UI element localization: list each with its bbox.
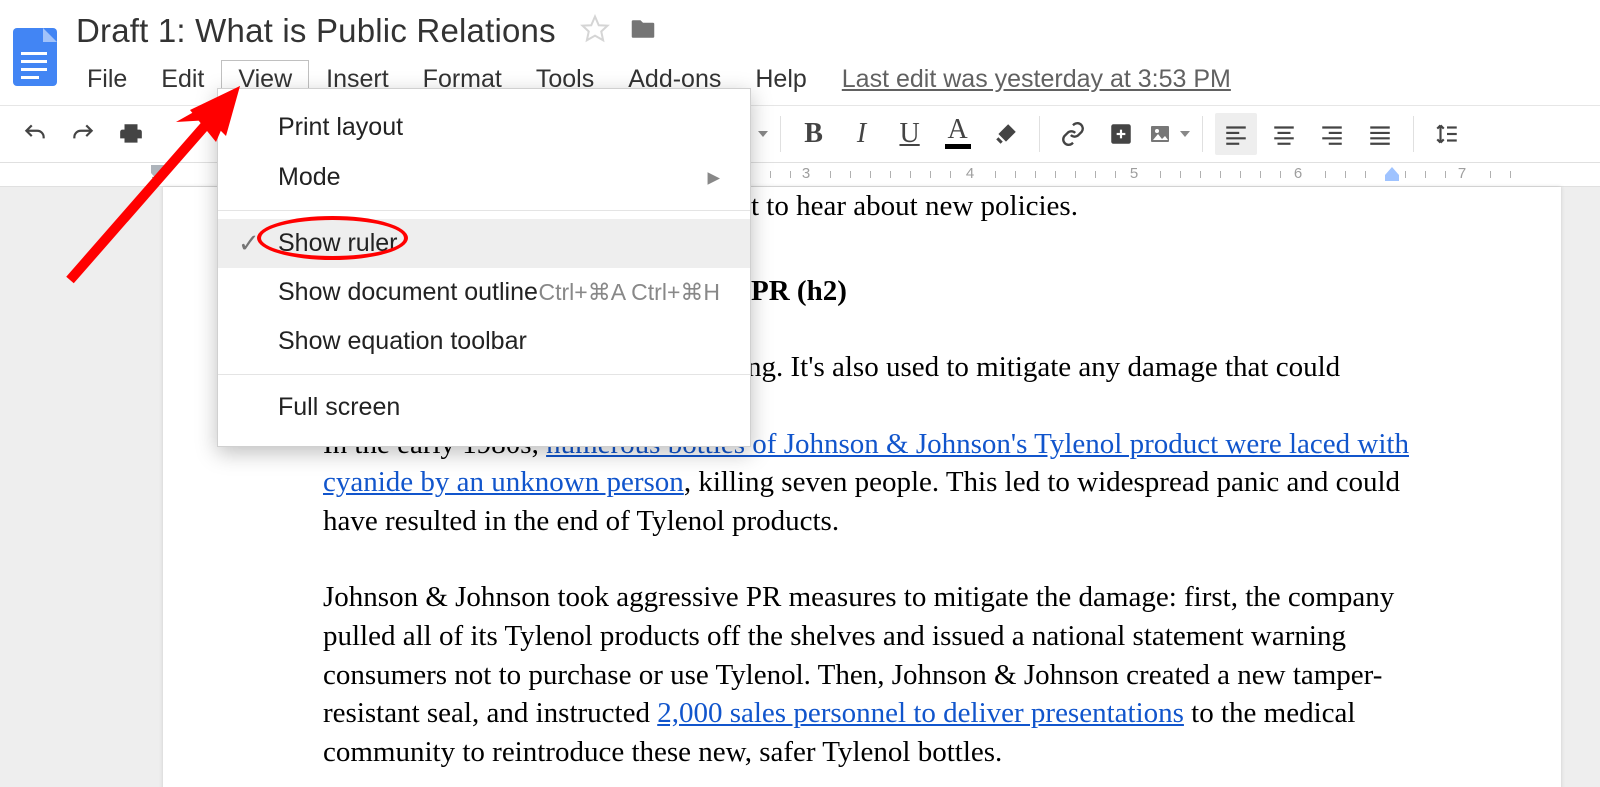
menu-item-label: Full screen xyxy=(278,393,400,422)
body-paragraph[interactable]: ng. It's also used to mitigate any damag… xyxy=(747,348,1421,387)
align-center-button[interactable] xyxy=(1263,113,1305,155)
ruler-number: 7 xyxy=(1458,165,1466,182)
align-right-button[interactable] xyxy=(1311,113,1353,155)
document-title[interactable]: Draft 1: What is Public Relations xyxy=(70,8,562,54)
ruler-number: 6 xyxy=(1294,165,1302,182)
underline-button[interactable]: U xyxy=(889,113,931,155)
text-color-button[interactable]: A xyxy=(937,113,979,155)
last-edit-link[interactable]: Last edit was yesterday at 3:53 PM xyxy=(842,65,1231,94)
submenu-caret-icon: ▸ xyxy=(707,162,720,192)
ruler-number: 4 xyxy=(966,165,974,182)
italic-button[interactable]: I xyxy=(841,113,883,155)
menu-item-full-screen[interactable]: Full screen xyxy=(218,383,750,432)
body-link[interactable]: 2,000 sales personnel to deliver present… xyxy=(657,697,1184,729)
docs-logo-icon[interactable] xyxy=(0,22,70,92)
menu-separator xyxy=(218,374,750,375)
line-spacing-button[interactable] xyxy=(1426,113,1468,155)
insert-comment-button[interactable] xyxy=(1100,113,1142,155)
menu-item-label: Show equation toolbar xyxy=(278,327,527,356)
menu-separator xyxy=(218,210,750,211)
menu-item-shortcut: Ctrl+⌘A Ctrl+⌘H xyxy=(539,279,720,306)
caret-down-icon xyxy=(1180,131,1190,137)
menu-item-label: Mode xyxy=(278,163,341,192)
left-indent-marker[interactable] xyxy=(149,163,167,187)
body-paragraph[interactable]: Johnson & Johnson took aggressive PR mea… xyxy=(323,578,1421,771)
menu-item-label: Show document outline xyxy=(278,278,538,307)
bold-button[interactable]: B xyxy=(793,113,835,155)
caret-down-icon xyxy=(758,131,768,137)
redo-button[interactable] xyxy=(62,113,104,155)
align-justify-button[interactable] xyxy=(1359,113,1401,155)
highlight-button[interactable] xyxy=(985,113,1027,155)
print-button[interactable] xyxy=(110,113,152,155)
menu-item-show-ruler[interactable]: ✓ Show ruler xyxy=(218,219,750,268)
ruler-number: 5 xyxy=(1130,165,1138,182)
right-indent-marker[interactable] xyxy=(1383,165,1401,187)
body-heading[interactable]: PR (h2) xyxy=(751,272,1421,311)
menu-edit[interactable]: Edit xyxy=(144,60,221,99)
menu-item-label: Show ruler xyxy=(278,229,398,258)
body-paragraph[interactable]: t to hear about new policies. xyxy=(751,187,1421,226)
menu-item-label: Print layout xyxy=(278,113,403,142)
menu-help[interactable]: Help xyxy=(738,60,823,99)
menu-item-mode[interactable]: Mode ▸ xyxy=(218,152,750,202)
insert-image-button[interactable] xyxy=(1148,113,1190,155)
insert-link-button[interactable] xyxy=(1052,113,1094,155)
menu-item-print-layout[interactable]: Print layout xyxy=(218,103,750,152)
menu-item-show-document-outline[interactable]: Show document outline Ctrl+⌘A Ctrl+⌘H xyxy=(218,268,750,317)
undo-button[interactable] xyxy=(14,113,56,155)
menu-item-show-equation-toolbar[interactable]: Show equation toolbar xyxy=(218,317,750,366)
move-to-folder-icon[interactable] xyxy=(628,14,658,49)
menu-file[interactable]: File xyxy=(70,60,144,99)
checkmark-icon: ✓ xyxy=(238,228,260,259)
view-dropdown-menu: Print layout Mode ▸ ✓ Show ruler Show do… xyxy=(217,88,751,447)
star-icon[interactable] xyxy=(580,14,610,49)
align-left-button[interactable] xyxy=(1215,113,1257,155)
ruler-number: 3 xyxy=(802,165,810,182)
